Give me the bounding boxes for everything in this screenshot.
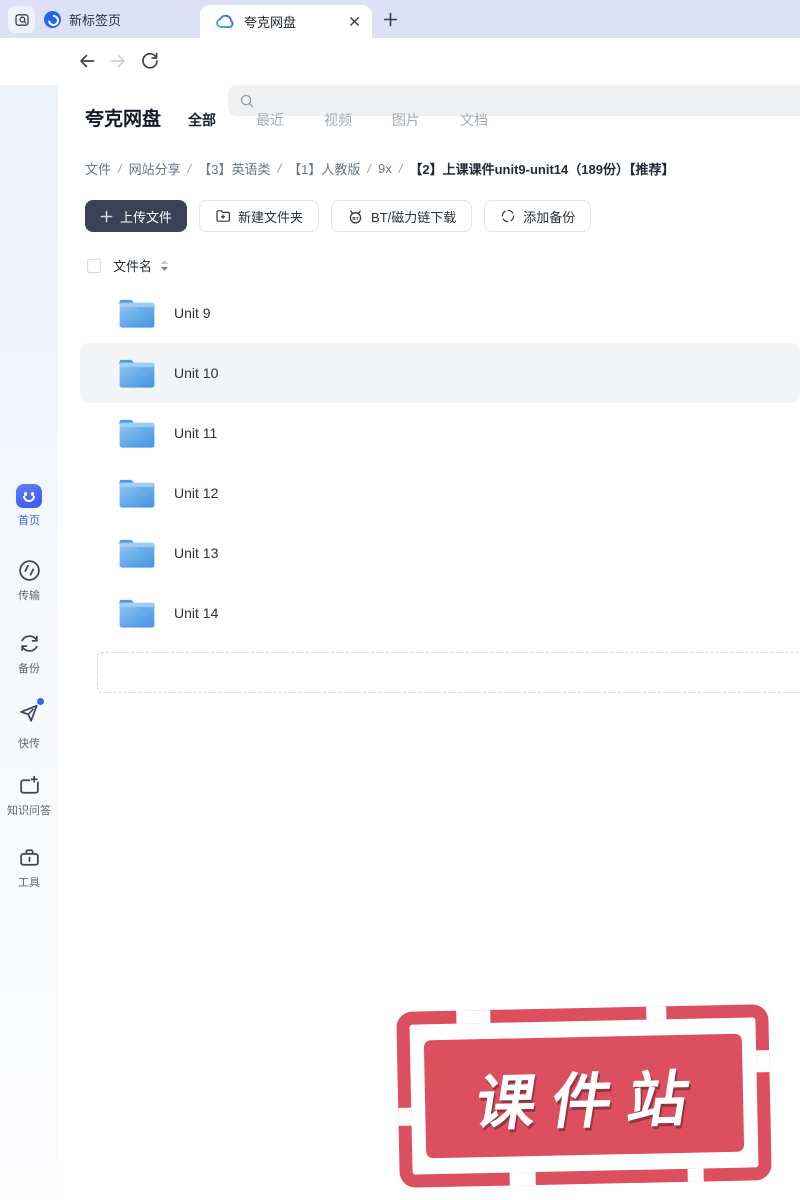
file-row-unit10[interactable]: Unit 10 <box>80 343 800 403</box>
tab-image[interactable]: 图片 <box>392 110 460 130</box>
file-row-unit14[interactable]: Unit 14 <box>80 583 800 643</box>
sidebar-item-label: 知识问答 <box>7 805 51 817</box>
file-name: Unit 14 <box>174 605 219 621</box>
breadcrumb-item[interactable]: 【1】人教版 <box>288 159 360 178</box>
quark-browser-logo-icon <box>44 10 61 28</box>
plus-icon <box>383 12 397 26</box>
transfer-icon <box>18 560 40 581</box>
watermark-stamp: 课件站 <box>396 1004 772 1188</box>
browser-chrome: 新标签页 夸克网盘 <box>0 0 800 38</box>
breadcrumb-separator: / <box>367 161 371 176</box>
browser-tab-newtab[interactable]: 新标签页 <box>44 0 121 38</box>
sidebar-item-knowledge-qa[interactable]: 知识问答 <box>0 773 58 818</box>
tab-label: 新标签页 <box>69 12 122 28</box>
folder-icon <box>119 299 155 328</box>
tab-label: 夸克网盘 <box>244 15 297 30</box>
file-name: Unit 9 <box>174 305 211 321</box>
search-icon <box>240 94 254 107</box>
breadcrumb: 文件 / 网站分享 / 【3】英语类 / 【1】人教版 / 9x / 【2】上课… <box>85 159 674 178</box>
breadcrumb-item[interactable]: 网站分享 <box>129 159 181 178</box>
sidebar-item-label: 工具 <box>18 877 40 889</box>
page-title: 夸克网盘 <box>85 109 162 130</box>
file-name: Unit 12 <box>174 485 219 501</box>
sidebar-item-label: 备份 <box>18 663 40 675</box>
folder-icon <box>119 479 155 508</box>
button-label: 上传文件 <box>120 209 173 225</box>
add-backup-button[interactable]: 添加备份 <box>484 200 592 232</box>
file-list: Unit 9 Unit 10 Unit 11 Unit 12 Unit 13 U… <box>80 283 800 643</box>
breadcrumb-separator: / <box>277 161 282 176</box>
breadcrumb-separator: / <box>187 161 192 176</box>
toolbar: 上传文件 新建文件夹 BT BT/磁力链下载 添加备份 <box>85 200 592 232</box>
file-row-unit9[interactable]: Unit 9 <box>80 283 800 343</box>
file-row-unit13[interactable]: Unit 13 <box>80 523 800 583</box>
tab-video[interactable]: 视频 <box>324 110 392 130</box>
button-label: BT/磁力链下载 <box>371 209 457 225</box>
sidebar: 首页 传输 备份 快传 知识问答 工具 <box>0 85 58 1200</box>
close-icon[interactable] <box>349 16 360 27</box>
breadcrumb-item[interactable]: 文件 <box>85 159 111 178</box>
new-folder-button[interactable]: 新建文件夹 <box>199 200 320 232</box>
column-header-filename: 文件名 <box>113 259 153 274</box>
forward-icon[interactable] <box>108 51 128 71</box>
folder-icon <box>119 539 155 568</box>
add-backup-icon <box>502 209 515 223</box>
sidebar-item-label: 传输 <box>18 590 40 602</box>
file-name: Unit 13 <box>174 545 219 561</box>
upload-dropzone[interactable] <box>97 652 800 693</box>
sidebar-item-home[interactable]: 首页 <box>0 484 58 528</box>
file-row-unit12[interactable]: Unit 12 <box>80 463 800 523</box>
browser-navbar <box>0 38 800 116</box>
tab-all[interactable]: 全部 <box>188 110 256 130</box>
home-smile-icon <box>16 484 42 508</box>
file-list-header: 文件名 <box>87 256 169 275</box>
sync-icon <box>20 635 38 652</box>
browser-tab-quark-drive[interactable]: 夸克网盘 <box>200 5 372 38</box>
sidebar-item-label: 首页 <box>18 515 40 527</box>
sidebar-item-quick-send[interactable]: 快传 <box>0 698 58 751</box>
button-label: 新建文件夹 <box>238 209 304 225</box>
window-search-icon <box>14 13 29 26</box>
watermark-text: 课件站 <box>471 1064 710 1137</box>
toolbox-icon <box>19 849 39 866</box>
sidebar-item-transfer[interactable]: 传输 <box>0 558 58 603</box>
breadcrumb-item-current: 【2】上课课件unit9-unit14（189份）【推荐】 <box>409 162 675 177</box>
sidebar-item-tools[interactable]: 工具 <box>0 845 58 890</box>
notification-dot <box>36 698 44 705</box>
new-tab-button[interactable] <box>378 7 402 31</box>
select-all-checkbox[interactable] <box>87 258 101 273</box>
file-row-unit11[interactable]: Unit 11 <box>80 403 800 463</box>
sort-arrows-icon[interactable] <box>160 259 169 272</box>
sidebar-item-backup[interactable]: 备份 <box>0 631 58 676</box>
bt-download-icon: BT <box>349 209 362 224</box>
file-name: Unit 10 <box>174 365 219 381</box>
sidebar-item-label: 快传 <box>18 738 40 750</box>
stamp-fill: 课件站 <box>423 1033 745 1159</box>
folder-icon <box>119 419 155 448</box>
breadcrumb-item[interactable]: 9x <box>378 161 392 176</box>
cloud-drive-icon <box>216 14 234 28</box>
tab-doc[interactable]: 文档 <box>460 110 528 130</box>
breadcrumb-separator: / <box>118 161 122 176</box>
back-icon[interactable] <box>77 51 97 71</box>
new-folder-icon <box>216 210 231 222</box>
button-label: 添加备份 <box>523 209 576 225</box>
refresh-icon[interactable] <box>140 51 160 71</box>
filter-tabs: 全部 最近 视频 图片 文档 <box>188 110 528 130</box>
svg-text:BT: BT <box>352 215 358 220</box>
knowledge-qa-icon <box>19 775 39 794</box>
breadcrumb-item[interactable]: 【3】英语类 <box>198 159 270 178</box>
folder-icon <box>119 359 155 388</box>
tab-recent[interactable]: 最近 <box>256 110 324 130</box>
file-name: Unit 11 <box>174 425 218 441</box>
breadcrumb-separator: / <box>398 161 403 176</box>
upload-file-button[interactable]: 上传文件 <box>85 200 188 232</box>
search-panel-button[interactable] <box>8 6 35 33</box>
folder-icon <box>119 599 155 628</box>
bt-magnet-download-button[interactable]: BT BT/磁力链下载 <box>331 200 473 232</box>
quick-send-icon <box>19 704 38 722</box>
plus-icon <box>100 210 113 222</box>
